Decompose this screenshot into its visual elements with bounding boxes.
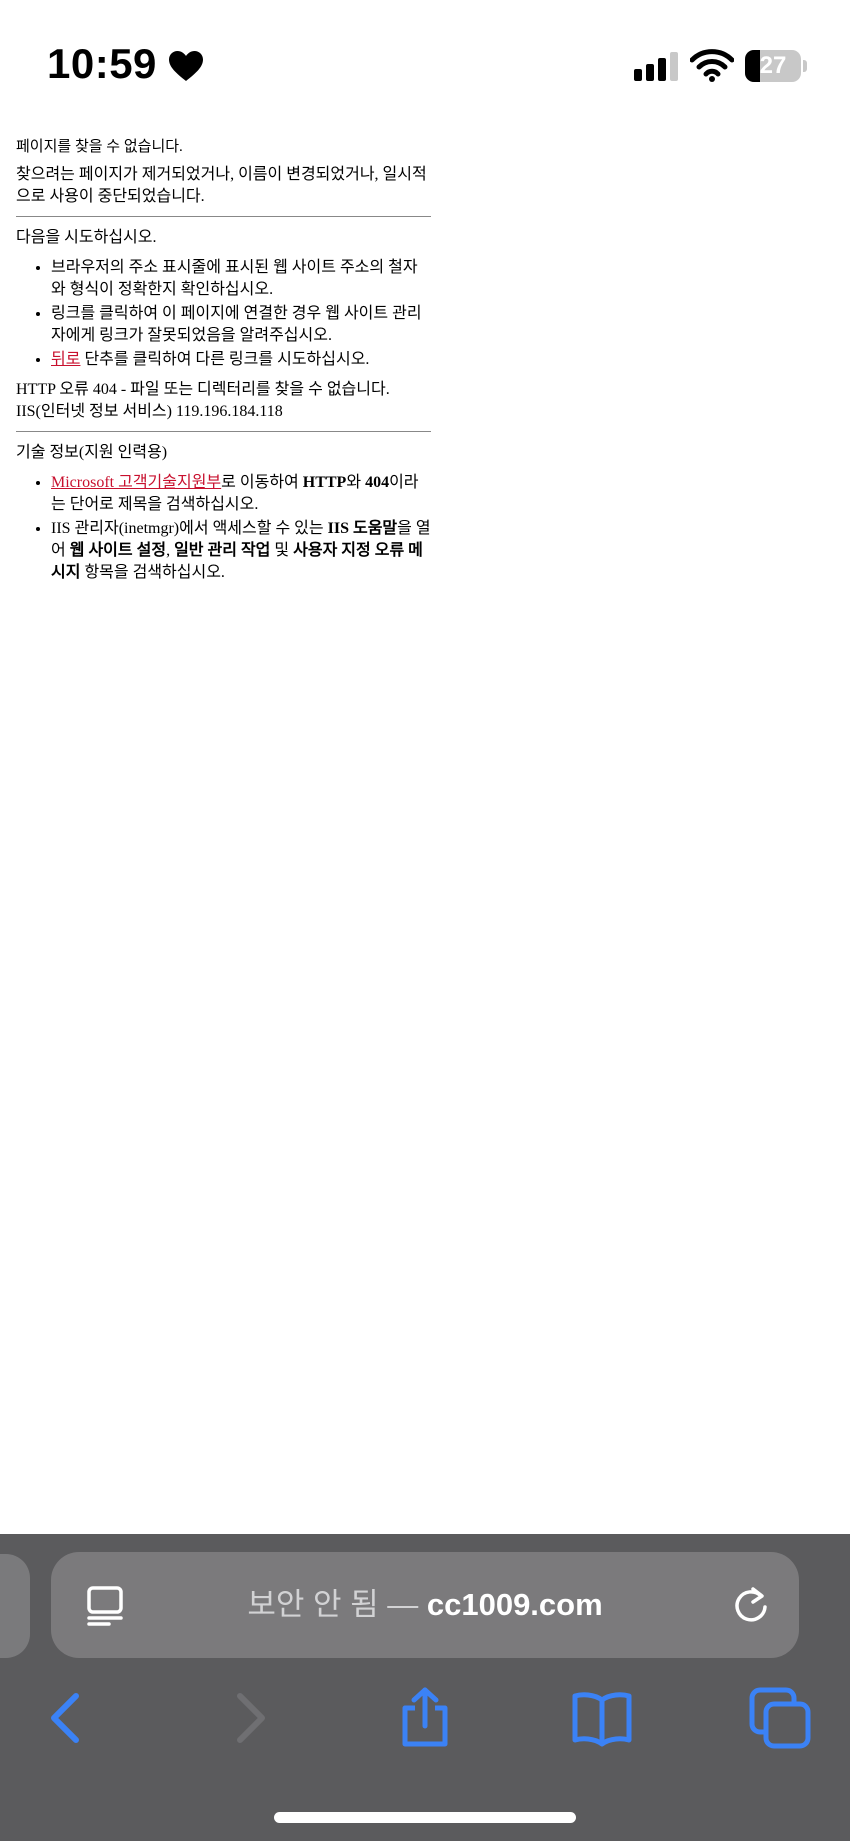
previous-tab-card[interactable]: [0, 1554, 30, 1658]
reload-icon[interactable]: [731, 1585, 771, 1625]
keyword-http: HTTP: [302, 474, 347, 491]
page-menu-icon[interactable]: [85, 1586, 125, 1626]
share-icon[interactable]: [393, 1686, 457, 1750]
heart-icon: [169, 51, 203, 81]
status-bar: 10:59 27: [0, 0, 850, 130]
tech-info-heading: 기술 정보(지원 인력용): [16, 444, 168, 461]
back-icon[interactable]: [36, 1686, 100, 1750]
list-item-text: 항목을 검색하십시오.: [80, 564, 225, 581]
list-item-text: 및: [270, 542, 294, 559]
list-item: 뒤로 단추를 클릭하여 다른 링크를 시도하십시오.: [51, 349, 431, 371]
keyword-iis-help: IIS 도움말: [327, 520, 398, 537]
browser-toolbar: 보안 안 됨 — cc1009.com: [0, 1534, 850, 1841]
http-error-line: HTTP 오류 404 - 파일 또는 디렉터리를 찾을 수 없습니다.: [16, 381, 390, 398]
try-list: 브라우저의 주소 표시줄에 표시된 웹 사이트 주소의 철자와 형식이 정확한지…: [16, 257, 431, 371]
error-description: 찾으려는 페이지가 제거되었거나, 이름이 변경되었거나, 일시적으로 사용이 …: [16, 166, 427, 205]
divider: [16, 431, 431, 432]
back-link[interactable]: 뒤로: [51, 351, 80, 368]
server-info-line: IIS(인터넷 정보 서비스) 119.196.184.118: [16, 403, 283, 420]
list-item: Microsoft 고객기술지원부로 이동하여 HTTP와 404이라는 단어로…: [51, 472, 431, 516]
home-indicator[interactable]: [274, 1812, 576, 1823]
address-bar[interactable]: 보안 안 됨 — cc1009.com: [51, 1552, 799, 1658]
keyword-admin-tasks: 일반 관리 작업: [174, 542, 271, 559]
list-item: IIS 관리자(inetmgr)에서 액세스할 수 있는 IIS 도움말을 열어…: [51, 518, 431, 584]
battery-level: 27: [759, 52, 787, 79]
url-domain: cc1009.com: [426, 1587, 603, 1622]
page-title: 페이지를 찾을 수 없습니다.: [16, 139, 183, 155]
wifi-icon: [690, 49, 734, 82]
list-item-text: 와: [346, 474, 366, 491]
try-heading: 다음을 시도하십시오.: [16, 229, 157, 246]
list-item-text: 로 이동하여: [221, 474, 303, 491]
list-item-text: IIS 관리자(inetmgr)에서 액세스할 수 있는: [51, 520, 328, 537]
bookmarks-icon[interactable]: [570, 1686, 634, 1750]
error-page: 페이지를 찾을 수 없습니다. 찾으려는 페이지가 제거되었거나, 이름이 변경…: [16, 136, 431, 592]
signal-icon: [634, 52, 678, 81]
status-time: 10:59: [47, 40, 157, 87]
security-label: 보안 안 됨 —: [247, 1587, 427, 1622]
keyword-404: 404: [365, 474, 390, 491]
divider: [16, 216, 431, 217]
battery-icon: 27: [745, 50, 807, 82]
list-item: 링크를 클릭하여 이 페이지에 연결한 경우 웹 사이트 관리자에게 링크가 잘…: [51, 303, 431, 347]
microsoft-support-link[interactable]: Microsoft 고객기술지원부: [51, 474, 221, 491]
keyword-website-settings: 웹 사이트 설정: [69, 542, 167, 559]
tabs-icon[interactable]: [748, 1686, 812, 1750]
forward-icon[interactable]: [216, 1686, 280, 1750]
url-display[interactable]: 보안 안 됨 — cc1009.com: [151, 1552, 699, 1658]
list-item: 브라우저의 주소 표시줄에 표시된 웹 사이트 주소의 철자와 형식이 정확한지…: [51, 257, 431, 301]
list-item-text: 단추를 클릭하여 다른 링크를 시도하십시오.: [80, 351, 370, 368]
list-item-text: ,: [166, 542, 175, 559]
tech-info-list: Microsoft 고객기술지원부로 이동하여 HTTP와 404이라는 단어로…: [16, 472, 431, 584]
